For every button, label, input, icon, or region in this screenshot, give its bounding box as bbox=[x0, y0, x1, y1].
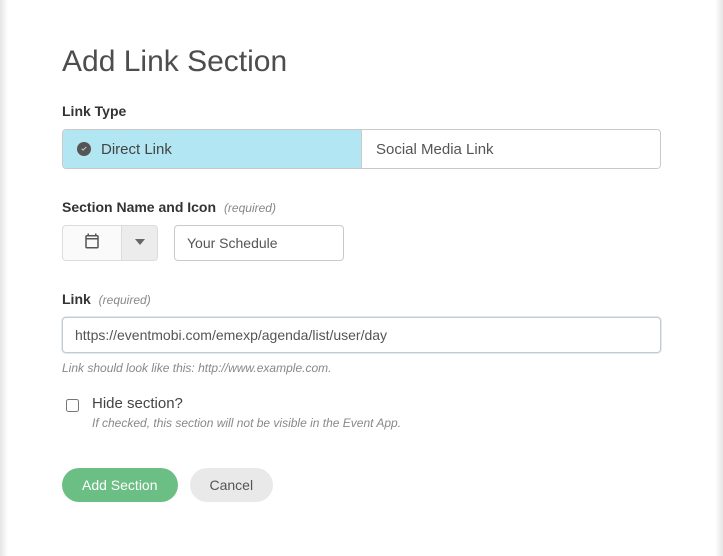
link-label: Link bbox=[62, 291, 91, 307]
check-circle-icon bbox=[77, 142, 91, 156]
link-type-field: Link Type Direct Link Social Media Link bbox=[62, 103, 661, 169]
section-name-input[interactable] bbox=[174, 225, 344, 261]
link-type-option-social-media-link-label: Social Media Link bbox=[376, 141, 494, 158]
caret-down-icon bbox=[135, 234, 145, 252]
icon-picker-dropdown[interactable] bbox=[122, 225, 158, 261]
section-name-field: Section Name and Icon (required) bbox=[62, 199, 661, 261]
icon-preview bbox=[62, 225, 122, 261]
link-type-option-social-media-link[interactable]: Social Media Link bbox=[362, 130, 660, 168]
hide-section-checkbox[interactable] bbox=[66, 399, 79, 412]
link-label-row: Link (required) bbox=[62, 291, 661, 307]
section-name-required: (required) bbox=[224, 201, 276, 215]
link-input[interactable] bbox=[62, 317, 661, 353]
icon-picker bbox=[62, 225, 158, 261]
link-type-label: Link Type bbox=[62, 103, 661, 119]
section-name-label-row: Section Name and Icon (required) bbox=[62, 199, 661, 215]
hide-section-label: Hide section? bbox=[92, 395, 401, 412]
link-field: Link (required) Link should look like th… bbox=[62, 291, 661, 375]
hide-section-field: Hide section? If checked, this section w… bbox=[62, 395, 661, 430]
link-required: (required) bbox=[99, 293, 151, 307]
section-name-label: Section Name and Icon bbox=[62, 199, 216, 215]
add-section-button[interactable]: Add Section bbox=[62, 468, 178, 502]
cancel-button[interactable]: Cancel bbox=[190, 468, 274, 502]
add-link-section-panel: Add Link Section Link Type Direct Link S… bbox=[0, 0, 723, 532]
form-actions: Add Section Cancel bbox=[62, 468, 661, 502]
link-help-text: Link should look like this: http://www.e… bbox=[62, 361, 661, 375]
link-type-option-direct-link[interactable]: Direct Link bbox=[63, 130, 362, 168]
link-type-option-direct-link-label: Direct Link bbox=[101, 141, 172, 158]
hide-section-help: If checked, this section will not be vis… bbox=[92, 416, 401, 430]
calendar-icon bbox=[83, 232, 101, 255]
link-type-segmented: Direct Link Social Media Link bbox=[62, 129, 661, 169]
page-title: Add Link Section bbox=[62, 45, 661, 79]
